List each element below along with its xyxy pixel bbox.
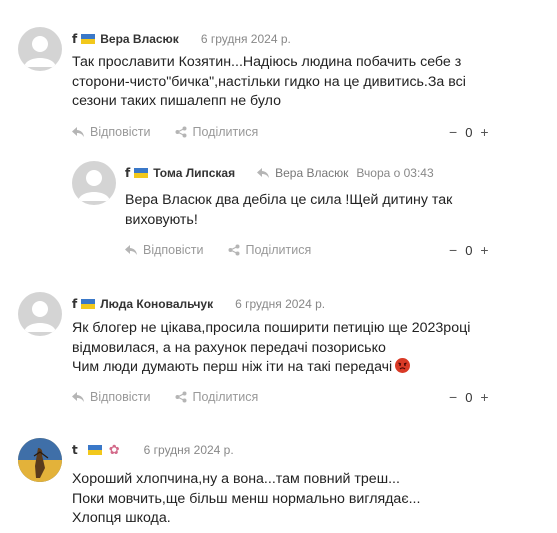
share-button[interactable]: Поділитися bbox=[228, 243, 312, 257]
comment-text: Вера Власюк два дебіла це сила !Щей дити… bbox=[125, 191, 452, 230]
comment-line: Вера Власюк два дебіла це сила !Щей дити… bbox=[125, 192, 453, 208]
comment-author[interactable]: Тома Липская bbox=[153, 166, 235, 180]
comment-header: f Тома Липская Вера Власюк Вчора о 03:43 bbox=[125, 165, 434, 181]
vote-controls: − 0 + bbox=[449, 389, 489, 405]
facebook-icon: f bbox=[72, 32, 78, 46]
reply-to-author: Вера Власюк bbox=[275, 166, 349, 180]
comment-line: сезони таких пишалепп не було bbox=[72, 93, 281, 109]
comments-thread: f Вера Власюк 6 грудня 2024 р. Так просл… bbox=[0, 0, 557, 533]
comment-header: f Люда Коновальчук 6 грудня 2024 р. bbox=[72, 296, 325, 312]
share-label: Поділитися bbox=[192, 390, 259, 404]
comment-text: Так прославити Козятин...Надіюсь людина … bbox=[72, 53, 466, 112]
comment-line: відмовилася, а на рахунок передачі позор… bbox=[72, 339, 386, 356]
comment-text: Як блогер не цікава,просила поширити пет… bbox=[72, 319, 470, 378]
facebook-icon: f bbox=[72, 297, 78, 311]
ukraine-flag-icon bbox=[81, 34, 96, 44]
comment-line: Як блогер не цікава,просила поширити пет… bbox=[72, 320, 471, 336]
reply-arrow-icon bbox=[125, 245, 137, 255]
vote-count: 0 bbox=[465, 389, 473, 405]
comment-header: t ✿ 6 грудня 2024 р. bbox=[72, 442, 234, 458]
vote-count: 0 bbox=[465, 124, 473, 140]
comment-line-text: Чим люди думають перш ніж іти на такі пе… bbox=[72, 359, 393, 375]
comment-author[interactable]: Люда Коновальчук bbox=[100, 297, 213, 311]
default-user-icon[interactable] bbox=[18, 292, 62, 336]
comment-line: Поки мовчить,ще більш менш нормально виг… bbox=[72, 490, 421, 507]
comment-date: 6 грудня 2024 р. bbox=[235, 297, 326, 311]
ukraine-flag-icon bbox=[81, 299, 96, 309]
comment-line: Так прославити Козятин...Надіюсь людина … bbox=[72, 54, 462, 70]
reply-to[interactable]: Вера Власюк bbox=[257, 166, 348, 180]
upvote-button[interactable]: + bbox=[480, 242, 488, 258]
comment: f Вера Власюк 6 грудня 2024 р. Так просл… bbox=[18, 27, 538, 147]
ukraine-flag-icon bbox=[87, 445, 102, 455]
reply-label: Відповісти bbox=[90, 390, 151, 404]
reply-arrow-icon bbox=[72, 392, 84, 402]
share-icon bbox=[228, 244, 240, 256]
user-avatar[interactable] bbox=[18, 438, 62, 482]
comment-header: f Вера Власюк 6 грудня 2024 р. bbox=[72, 31, 291, 47]
comment-actions: Відповісти Поділитися bbox=[125, 242, 311, 258]
twitter-icon: t bbox=[72, 443, 78, 457]
comment-line: Хороший хлопчина,ну а вона...там повний … bbox=[72, 471, 400, 487]
share-label: Поділитися bbox=[245, 243, 312, 257]
comment-line: сторони-чисто"бичка",настільки гидко на … bbox=[72, 73, 466, 90]
reply-button[interactable]: Відповісти bbox=[125, 243, 204, 257]
comment-date: 6 грудня 2024 р. bbox=[200, 32, 291, 46]
vote-count: 0 bbox=[465, 242, 473, 258]
comment-text: Хороший хлопчина,ну а вона...там повний … bbox=[72, 470, 420, 529]
comment-line: Чим люди думають перш ніж іти на такі пе… bbox=[72, 358, 470, 378]
comment-reply: f Тома Липская Вера Власюк Вчора о 03:43… bbox=[72, 161, 538, 261]
reply-arrow-icon bbox=[257, 168, 270, 178]
share-button[interactable]: Поділитися bbox=[175, 390, 259, 404]
comment-author[interactable]: Вера Власюк bbox=[100, 32, 179, 46]
reply-button[interactable]: Відповісти bbox=[72, 125, 151, 139]
reply-button[interactable]: Відповісти bbox=[72, 390, 151, 404]
comment-line: Хлопця шкода. bbox=[72, 510, 171, 526]
reply-label: Відповісти bbox=[90, 125, 151, 139]
default-user-icon[interactable] bbox=[18, 27, 62, 71]
comment: f Люда Коновальчук 6 грудня 2024 р. Як б… bbox=[18, 292, 538, 412]
facebook-icon: f bbox=[125, 166, 131, 180]
downvote-button[interactable]: − bbox=[449, 124, 457, 140]
downvote-button[interactable]: − bbox=[449, 389, 457, 405]
comment-line: виховують! bbox=[125, 211, 198, 228]
comment-actions: Відповісти Поділитися bbox=[72, 389, 258, 405]
ukraine-flag-icon bbox=[134, 168, 149, 178]
upvote-button[interactable]: + bbox=[480, 389, 488, 405]
upvote-button[interactable]: + bbox=[480, 124, 488, 140]
vote-controls: − 0 + bbox=[449, 124, 489, 140]
share-label: Поділитися bbox=[192, 125, 259, 139]
default-user-icon[interactable] bbox=[72, 161, 116, 205]
share-button[interactable]: Поділитися bbox=[175, 125, 259, 139]
downvote-button[interactable]: − bbox=[449, 242, 457, 258]
vote-controls: − 0 + bbox=[449, 242, 489, 258]
comment-date: Вчора о 03:43 bbox=[356, 166, 434, 180]
share-icon bbox=[175, 126, 187, 138]
comment: t ✿ 6 грудня 2024 р. Хороший хлопчина,ну… bbox=[18, 438, 538, 533]
comment-date: 6 грудня 2024 р. bbox=[143, 443, 234, 457]
reply-arrow-icon bbox=[72, 127, 84, 137]
comment-actions: Відповісти Поділитися bbox=[72, 124, 258, 140]
flower-icon: ✿ bbox=[108, 442, 120, 457]
share-icon bbox=[175, 391, 187, 403]
angry-face-emoji bbox=[395, 358, 411, 373]
reply-label: Відповісти bbox=[143, 243, 204, 257]
